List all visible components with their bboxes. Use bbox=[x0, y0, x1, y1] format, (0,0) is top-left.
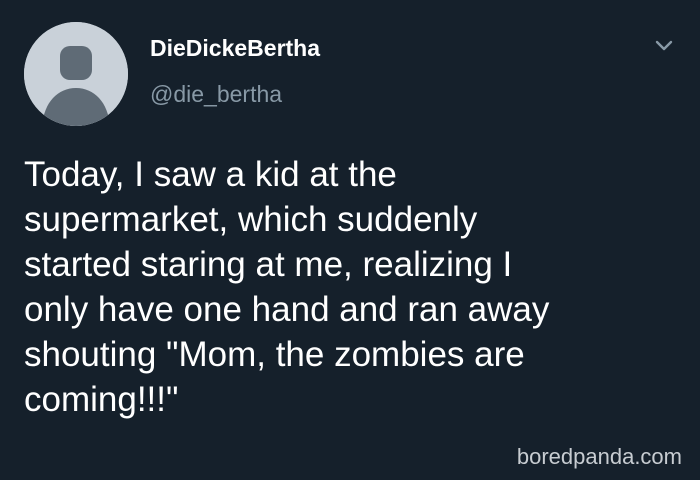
tweet-text: Today, I saw a kid at the supermarket, w… bbox=[24, 155, 550, 419]
default-avatar-icon bbox=[24, 22, 128, 126]
avatar[interactable] bbox=[24, 22, 128, 126]
user-handle[interactable]: @die_bertha bbox=[150, 82, 282, 106]
watermark: boredpanda.com bbox=[516, 444, 682, 469]
tweet-menu-button[interactable] bbox=[652, 34, 676, 58]
chevron-down-icon bbox=[655, 40, 673, 51]
display-name[interactable]: DieDickeBertha bbox=[150, 36, 320, 60]
tweet-card: DieDickeBertha @die_bertha Today, I saw … bbox=[0, 0, 700, 480]
